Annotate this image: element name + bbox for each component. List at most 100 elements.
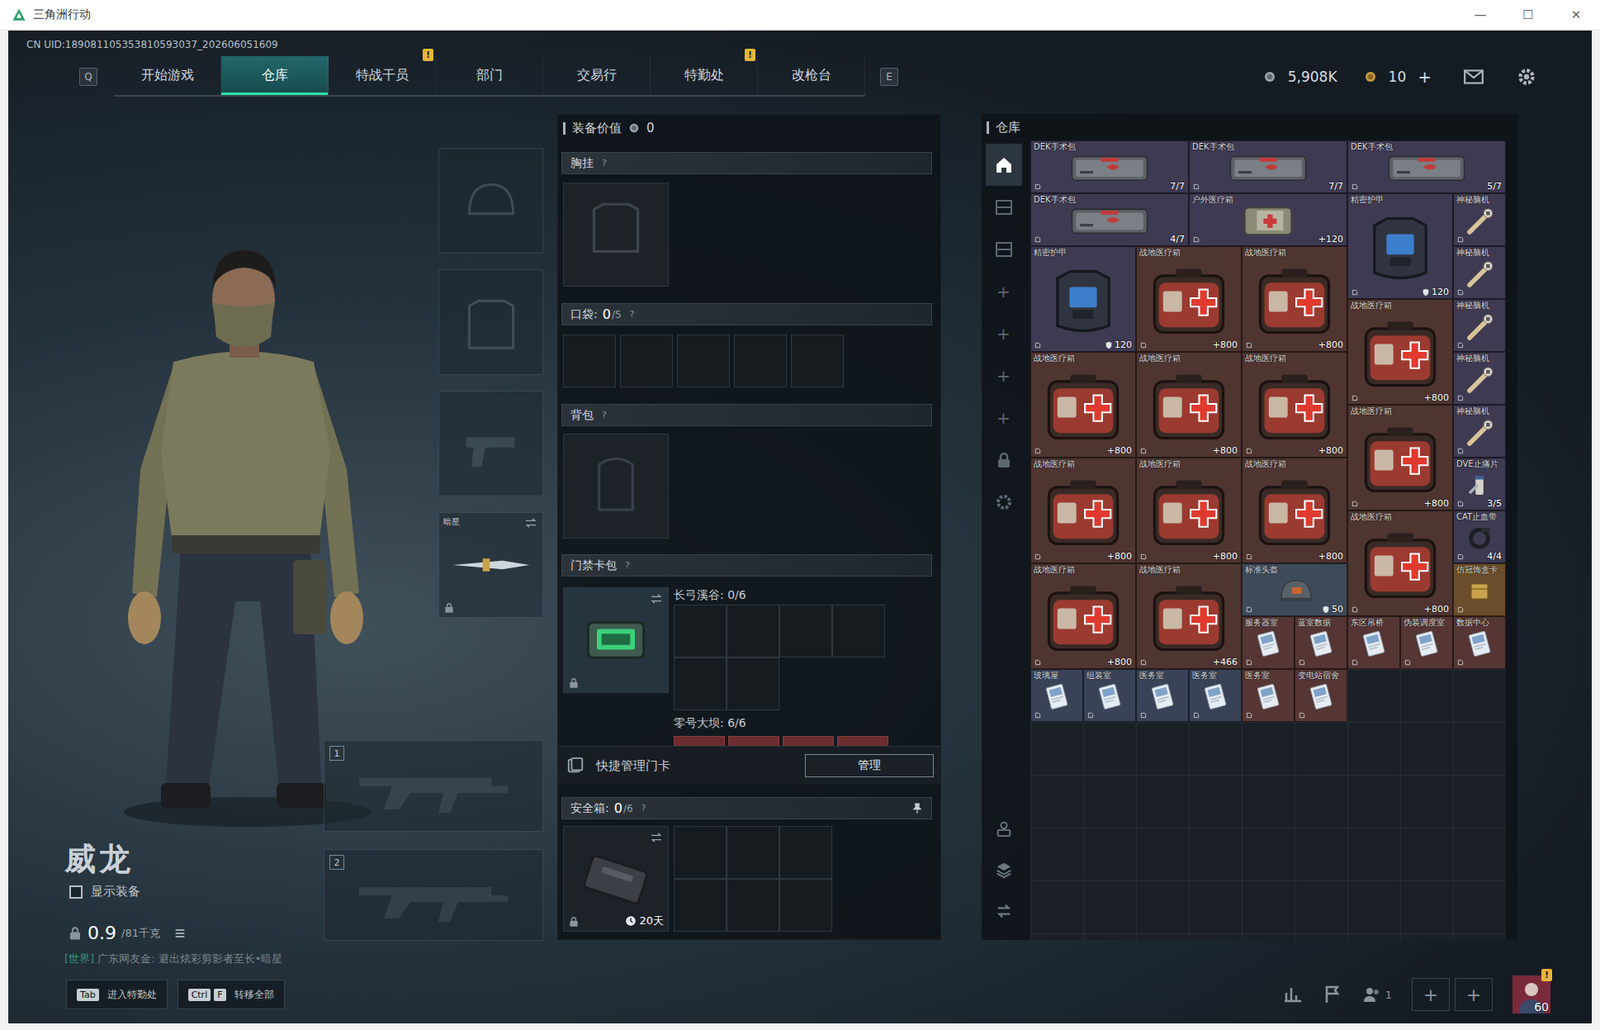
pistol-slot[interactable] <box>438 390 544 497</box>
inventory-item[interactable]: 神秘脑机 <box>1453 351 1506 405</box>
keycard[interactable] <box>728 735 780 746</box>
inventory-item[interactable]: DEK手术包5/7 <box>1347 140 1506 194</box>
inventory-item[interactable]: 战地医疗箱+800 <box>1241 246 1348 352</box>
inventory-item[interactable]: 医务室 <box>1241 668 1295 722</box>
safe-cell[interactable] <box>673 825 727 879</box>
settings-button[interactable] <box>1515 66 1538 88</box>
inventory-item[interactable]: 伪装调度室 <box>1400 615 1454 669</box>
warehouse-tab[interactable]: + <box>985 312 1023 355</box>
nav-tab[interactable]: 特勤处! <box>650 56 758 95</box>
keycard-cell[interactable] <box>832 604 886 658</box>
weight-details-button[interactable] <box>173 926 187 940</box>
inventory-item[interactable]: 组装室 <box>1083 668 1137 722</box>
inventory-item[interactable]: CAT止血带4/4 <box>1453 510 1506 564</box>
window-control-button[interactable]: — <box>1456 7 1505 23</box>
invite-slot[interactable]: + <box>1411 977 1450 1011</box>
inventory-item[interactable]: 仿冠饰盒卡 <box>1453 563 1506 616</box>
inventory-item[interactable]: 神秘脑机 <box>1453 404 1506 458</box>
inventory-item[interactable]: 战地医疗箱+800 <box>1241 351 1348 458</box>
keycard[interactable] <box>673 735 725 746</box>
inventory-item[interactable]: 东区吊桥 <box>1347 615 1401 669</box>
show-gear-checkbox[interactable] <box>69 885 83 899</box>
keycard-cell[interactable] <box>779 604 833 658</box>
inventory-item[interactable]: 户外医疗箱+120 <box>1188 193 1348 247</box>
help-icon[interactable]: ? <box>601 157 607 169</box>
backpack-slot[interactable] <box>563 433 669 539</box>
keycard-cell[interactable] <box>726 604 780 658</box>
inventory-item[interactable]: DVE止痛片3/5 <box>1453 457 1506 511</box>
inventory-item[interactable]: 战地医疗箱+800 <box>1136 457 1242 564</box>
nav-tab[interactable]: 特战干员! <box>328 56 436 95</box>
helmet-slot[interactable] <box>438 147 544 254</box>
mail-button[interactable] <box>1462 66 1485 88</box>
inventory-item[interactable]: DEK手术包4/7 <box>1030 193 1189 247</box>
window-control-button[interactable]: ✕ <box>1552 7 1600 23</box>
warehouse-tab[interactable]: + <box>985 354 1023 397</box>
keycard[interactable] <box>837 735 889 746</box>
pocket-slot[interactable] <box>733 334 787 388</box>
inventory-item[interactable]: 变电站宿舍 <box>1294 668 1348 722</box>
inventory-item[interactable]: 战地医疗箱+800 <box>1030 457 1137 564</box>
inventory-item[interactable]: 医务室 <box>1188 668 1242 722</box>
window-control-button[interactable]: ☐ <box>1504 7 1553 23</box>
weapon-slot[interactable]: 2 <box>323 848 544 941</box>
inventory-item[interactable]: 标准头盔50 <box>1241 563 1348 616</box>
safe-cell[interactable] <box>779 825 833 879</box>
keycard-cell[interactable] <box>726 657 780 711</box>
pin-button[interactable] <box>911 802 924 815</box>
weapon-slot[interactable]: 1 <box>323 739 544 832</box>
inventory-item[interactable]: 战地医疗箱+800 <box>1347 298 1454 405</box>
inventory-item[interactable]: 战地医疗箱+466 <box>1136 563 1242 669</box>
pocket-slot[interactable] <box>676 334 730 388</box>
inventory-item[interactable]: 服务器室 <box>1241 615 1295 669</box>
safe-box-slot[interactable]: 20天 <box>563 825 669 932</box>
inventory-item[interactable]: 蓝室数据 <box>1294 615 1348 669</box>
player-avatar[interactable]: 60! <box>1512 975 1551 1014</box>
warehouse-tab[interactable] <box>985 143 1023 186</box>
inventory-item[interactable]: DEK手术包7/7 <box>1030 140 1189 194</box>
safe-cell[interactable] <box>673 878 727 932</box>
inventory-item[interactable]: 战地医疗箱+800 <box>1030 351 1137 458</box>
pocket-slot[interactable] <box>620 334 673 388</box>
help-icon[interactable]: ? <box>629 308 635 320</box>
manage-button[interactable]: 管理 <box>804 753 934 777</box>
keycard-cell[interactable] <box>673 657 727 711</box>
keycard[interactable] <box>782 735 834 746</box>
safe-cell[interactable] <box>726 825 780 879</box>
warehouse-tab[interactable] <box>985 227 1023 270</box>
inventory-item[interactable]: 数据中心 <box>1453 615 1506 669</box>
melee-slot[interactable]: 暗星 <box>438 511 544 618</box>
nav-tab[interactable]: 仓库 <box>221 56 329 95</box>
inventory-item[interactable]: 神秘脑机 <box>1453 298 1506 352</box>
inventory-item[interactable]: 战地医疗箱+800 <box>1030 563 1137 669</box>
invite-slot[interactable]: + <box>1454 977 1493 1011</box>
add-currency-button[interactable]: + <box>1417 66 1432 87</box>
nav-tab[interactable]: 开始游戏 <box>113 56 222 95</box>
safe-cell[interactable] <box>779 878 833 932</box>
armor-slot[interactable] <box>438 269 544 375</box>
nav-tab[interactable]: 改枪台 <box>757 56 866 95</box>
inventory-item[interactable]: 精密护甲120 <box>1030 246 1137 352</box>
warehouse-tool[interactable] <box>985 848 1023 890</box>
warehouse-tab[interactable] <box>985 438 1023 481</box>
nav-tab[interactable]: 交易行 <box>543 56 651 95</box>
warehouse-tab[interactable]: + <box>985 269 1023 313</box>
chest-rig-slot[interactable] <box>563 182 669 287</box>
pocket-slot[interactable] <box>790 334 844 388</box>
friends-button[interactable]: 1 <box>1362 984 1392 1004</box>
warehouse-tool[interactable] <box>985 807 1023 849</box>
nav-tab[interactable]: 部门 <box>435 56 544 95</box>
inventory-item[interactable]: 精密护甲120 <box>1347 193 1454 299</box>
inventory-item[interactable]: 医务室 <box>1136 668 1189 722</box>
warehouse-tab[interactable] <box>985 480 1023 523</box>
help-icon[interactable]: ? <box>601 409 607 421</box>
flag-button[interactable] <box>1322 984 1343 1004</box>
inventory-item[interactable]: 战地医疗箱+800 <box>1136 246 1242 352</box>
inventory-item[interactable]: 战地医疗箱+800 <box>1347 510 1454 616</box>
inventory-item[interactable]: 神秘脑机 <box>1453 246 1506 299</box>
help-icon[interactable]: ? <box>624 559 630 571</box>
inventory-item[interactable]: DEK手术包7/7 <box>1188 140 1348 194</box>
warehouse-tool[interactable] <box>985 889 1023 932</box>
pocket-slot[interactable] <box>563 334 616 388</box>
help-icon[interactable]: ? <box>641 802 647 814</box>
